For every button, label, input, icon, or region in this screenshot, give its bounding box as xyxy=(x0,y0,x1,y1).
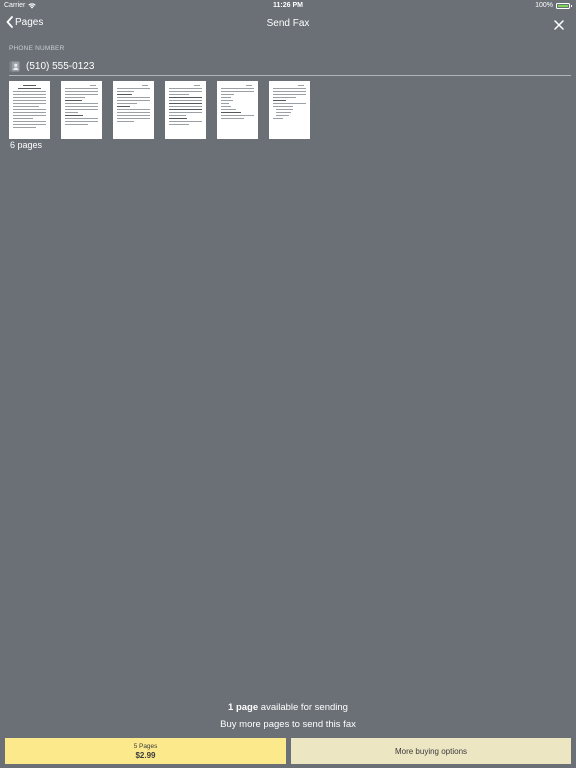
navigation-bar: Pages Send Fax xyxy=(0,12,576,36)
page-thumbnail[interactable] xyxy=(217,81,258,139)
page-title: Send Fax xyxy=(266,18,310,29)
available-pages-text: 1 page available for sending xyxy=(0,702,576,713)
phone-field-divider xyxy=(9,75,571,76)
more-buying-options-button[interactable]: More buying options xyxy=(291,738,571,764)
phone-number-label: PHONE NUMBER xyxy=(9,45,65,52)
phone-number-field[interactable]: (510) 555-0123 xyxy=(9,58,571,74)
page-thumbnail[interactable] xyxy=(165,81,206,139)
available-pages-count: 1 page xyxy=(228,702,259,713)
battery-icon xyxy=(556,3,572,9)
close-icon xyxy=(554,20,564,30)
status-bar: Carrier 11:26 PM 100% xyxy=(0,0,576,12)
page-thumbnails xyxy=(9,81,310,139)
page-thumbnail[interactable] xyxy=(9,81,50,139)
clock: 11:26 PM xyxy=(273,2,303,9)
buy-pages-count: 5 Pages xyxy=(133,742,158,750)
battery-indicator: 100% xyxy=(535,0,572,12)
page-thumbnail[interactable] xyxy=(113,81,154,139)
battery-percent: 100% xyxy=(535,2,553,9)
page-thumbnail[interactable] xyxy=(61,81,102,139)
buy-pages-button[interactable]: 5 Pages $2.99 xyxy=(5,738,286,764)
close-button[interactable] xyxy=(554,17,564,35)
page-thumbnail[interactable] xyxy=(269,81,310,139)
page-count-label: 6 pages xyxy=(10,140,43,150)
buy-pages-price: $2.99 xyxy=(135,750,156,760)
contacts-icon[interactable] xyxy=(9,61,20,72)
phone-number-value[interactable]: (510) 555-0123 xyxy=(26,61,94,72)
buy-more-text: Buy more pages to send this fax xyxy=(220,719,356,730)
available-pages-suffix: available for sending xyxy=(258,702,348,713)
